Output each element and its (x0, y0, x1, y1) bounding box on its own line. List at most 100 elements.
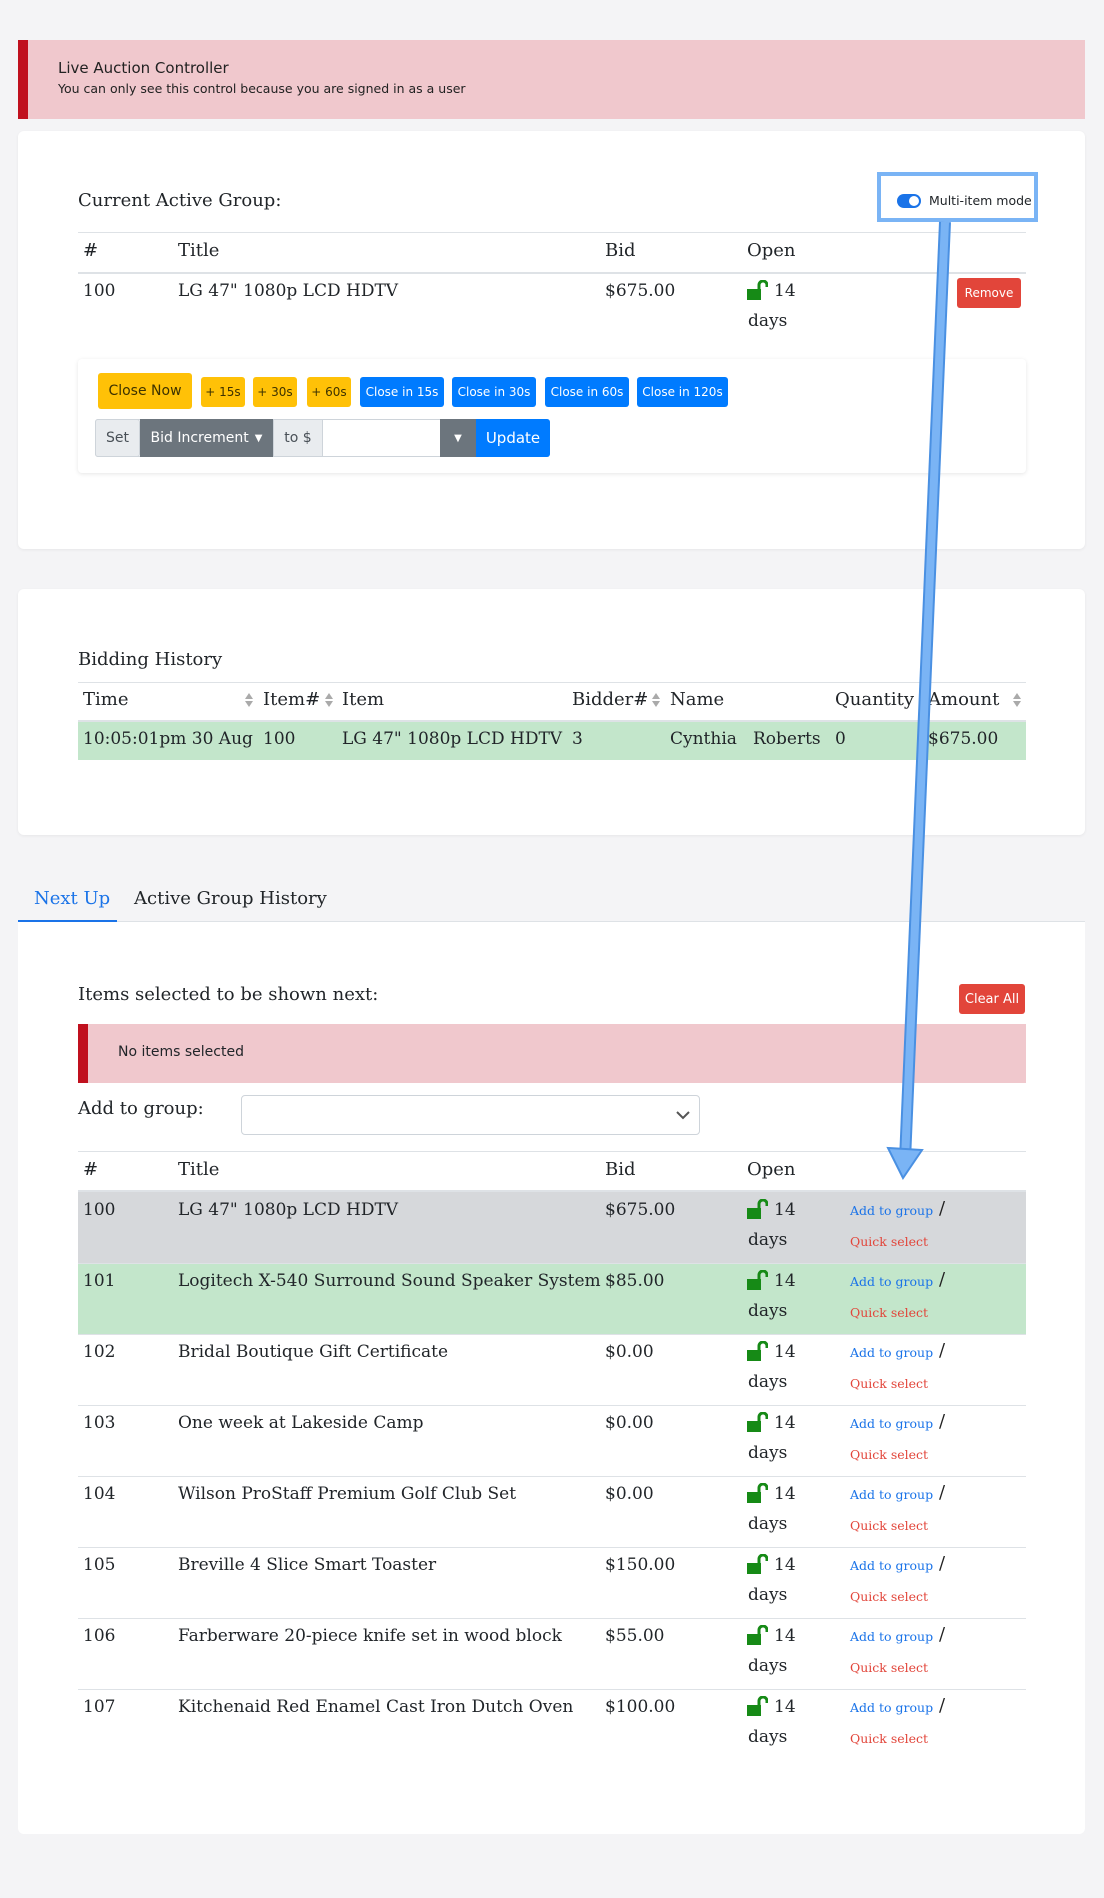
bid-increment-label: Bid Increment (150, 430, 249, 446)
unlock-icon (747, 280, 768, 300)
bid-increment-dropdown[interactable]: Bid Increment ▼ (140, 419, 273, 457)
group-select[interactable] (241, 1095, 700, 1135)
close-in-30s-button[interactable]: Close in 30s (452, 377, 536, 407)
quick-select-link[interactable]: Quick select (850, 1234, 928, 1249)
col-title: Title (178, 240, 220, 261)
item-num: 105 (83, 1555, 116, 1575)
hist-item: LG 47" 1080p LCD HDTV (342, 729, 563, 749)
tab-next-up[interactable]: Next Up (18, 879, 117, 922)
add-to-group-link[interactable]: Add to group (850, 1700, 933, 1715)
item-bid: $0.00 (605, 1484, 654, 1504)
unlock-icon (747, 1696, 768, 1716)
link-separator: / (939, 1553, 946, 1574)
col-bid: Bid (605, 1159, 636, 1180)
quick-select-link[interactable]: Quick select (850, 1447, 928, 1462)
col-open: Open (747, 240, 796, 261)
remove-button[interactable]: Remove (957, 278, 1021, 308)
item-title: Farberware 20-piece knife set in wood bl… (178, 1626, 562, 1646)
active-group-heading: Current Active Group: (78, 190, 282, 211)
hist-amount: $675.00 (928, 729, 999, 749)
unlock-icon (747, 1199, 768, 1219)
unlock-icon (747, 1483, 768, 1503)
hist-col-time[interactable]: Time (83, 689, 128, 710)
sort-icon[interactable] (244, 692, 254, 708)
unlock-icon (747, 1412, 768, 1432)
item-open-num: 14 (774, 1555, 796, 1575)
amount-dropdown-button[interactable]: ▼ (440, 419, 476, 457)
update-button[interactable]: Update (476, 419, 550, 457)
active-row-bid: $675.00 (605, 281, 676, 301)
row-divider (78, 1334, 1026, 1335)
add-to-group-link[interactable]: Add to group (850, 1274, 933, 1289)
item-open-num: 14 (774, 1342, 796, 1362)
hist-col-item[interactable]: Item (342, 689, 384, 710)
unlock-icon (747, 1341, 768, 1361)
hist-col-itemnum[interactable]: Item# (263, 689, 320, 710)
add-to-group-link[interactable]: Add to group (850, 1629, 933, 1644)
link-separator: / (939, 1624, 946, 1645)
hist-col-quantity[interactable]: Quantity (835, 689, 914, 710)
caret-down-icon: ▼ (454, 432, 462, 444)
active-row-open-num: 14 (774, 281, 796, 301)
hist-col-name[interactable]: Name (670, 689, 724, 710)
multi-item-toggle[interactable] (897, 194, 921, 208)
add-to-group-link[interactable]: Add to group (850, 1487, 933, 1502)
close-in-15s-button[interactable]: Close in 15s (360, 377, 444, 407)
close-now-button[interactable]: Close Now (98, 373, 192, 409)
col-num: # (83, 1159, 99, 1180)
close-in-60s-button[interactable]: Close in 60s (545, 377, 629, 407)
quick-select-link[interactable]: Quick select (850, 1376, 928, 1391)
quick-select-link[interactable]: Quick select (850, 1731, 928, 1746)
row-divider (78, 1263, 1026, 1264)
unlock-icon (747, 1625, 768, 1645)
tab-active-group-history[interactable]: Active Group History (134, 888, 327, 909)
quick-select-link[interactable]: Quick select (850, 1305, 928, 1320)
item-title: Logitech X-540 Surround Sound Speaker Sy… (178, 1271, 601, 1291)
clear-all-button[interactable]: Clear All (959, 984, 1025, 1014)
item-bid: $0.00 (605, 1342, 654, 1362)
quick-select-link[interactable]: Quick select (850, 1589, 928, 1604)
add-to-group-link[interactable]: Add to group (850, 1203, 933, 1218)
sort-icon[interactable] (1012, 692, 1022, 708)
item-num: 104 (83, 1484, 116, 1504)
add-30s-button[interactable]: + 30s (253, 377, 297, 407)
row-divider (78, 1547, 1026, 1548)
item-bid: $100.00 (605, 1697, 676, 1717)
close-in-120s-button[interactable]: Close in 120s (637, 377, 728, 407)
col-title: Title (178, 1159, 220, 1180)
row-divider (78, 1405, 1026, 1406)
item-open-num: 14 (774, 1697, 796, 1717)
divider (78, 682, 1026, 683)
top-alert: Live Auction Controller You can only see… (18, 40, 1085, 119)
link-separator: / (939, 1482, 946, 1503)
link-separator: / (939, 1695, 946, 1716)
toggle-knob (909, 196, 919, 206)
item-open-unit: days (748, 1301, 788, 1321)
item-bid: $150.00 (605, 1555, 676, 1575)
item-num: 100 (83, 1200, 116, 1220)
unlock-icon (747, 1270, 768, 1290)
bidding-history-card (18, 589, 1085, 835)
amount-input[interactable] (323, 419, 440, 457)
item-title: Wilson ProStaff Premium Golf Club Set (178, 1484, 517, 1504)
sort-icon[interactable] (651, 692, 661, 708)
hist-col-amount[interactable]: Amount (928, 689, 999, 710)
quick-select-link[interactable]: Quick select (850, 1660, 928, 1675)
multi-item-label: Multi-item mode (929, 193, 1032, 208)
add-to-group-link[interactable]: Add to group (850, 1345, 933, 1360)
item-title: Breville 4 Slice Smart Toaster (178, 1555, 437, 1575)
add-60s-button[interactable]: + 60s (307, 377, 351, 407)
hist-bidder: 3 (572, 729, 583, 749)
item-open-unit: days (748, 1656, 788, 1676)
item-bid: $55.00 (605, 1626, 665, 1646)
sort-icon[interactable] (324, 692, 334, 708)
item-bid: $85.00 (605, 1271, 665, 1291)
item-bid: $0.00 (605, 1413, 654, 1433)
add-to-group-link[interactable]: Add to group (850, 1416, 933, 1431)
hist-col-bidder[interactable]: Bidder# (572, 689, 648, 710)
link-separator: / (939, 1269, 946, 1290)
quick-select-link[interactable]: Quick select (850, 1518, 928, 1533)
col-num: # (83, 240, 99, 261)
add-to-group-link[interactable]: Add to group (850, 1558, 933, 1573)
add-15s-button[interactable]: + 15s (201, 377, 245, 407)
